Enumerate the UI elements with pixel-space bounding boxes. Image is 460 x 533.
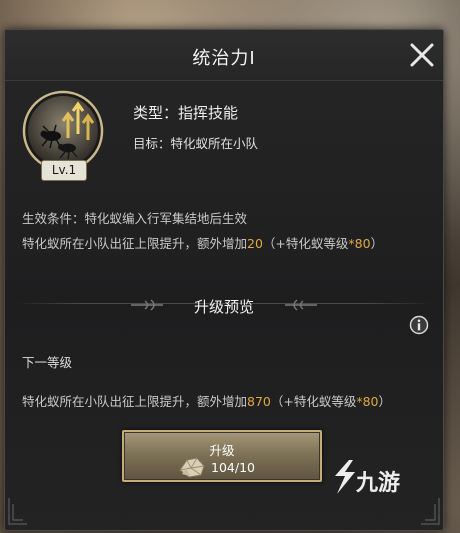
current-effect-value: 20 (247, 236, 263, 251)
level-badge: Lv.1 (41, 160, 87, 181)
next-level-label: 下一等级 (22, 355, 73, 370)
next-effect-suffix-end: ） (378, 394, 392, 409)
next-effect-multiplier: *80 (356, 394, 379, 409)
close-icon (410, 43, 434, 67)
effect-condition: 生效条件：特化蚁编入行军集结地后生效 (22, 211, 248, 226)
current-effect-suffix-end: ） (370, 236, 384, 251)
corner-ornament-icon (8, 498, 27, 525)
dialog-title: 统治力I (192, 48, 256, 69)
info-button[interactable] (409, 315, 429, 335)
current-effect-suffix-start: （+特化蚁等级 (262, 236, 349, 251)
close-button[interactable] (408, 41, 436, 69)
crystal-material-icon (179, 457, 205, 478)
upgrade-button-label: 升级 (209, 443, 235, 458)
upgrade-button[interactable]: 升级 104/10 (122, 430, 322, 482)
watermark-text: 九游 (356, 471, 401, 496)
upgrade-cost: 104/10 (211, 460, 255, 475)
corner-ornament-icon (421, 498, 440, 525)
next-effect-prefix: 特化蚁所在小队出征上限提升，额外增加 (22, 394, 248, 409)
skill-target: 目标：特化蚁所在小队 (133, 136, 259, 151)
current-effect: 特化蚁所在小队出征上限提升，额外增加20（+特化蚁等级*80） (22, 233, 383, 252)
next-level-effect: 特化蚁所在小队出征上限提升，额外增加870（+特化蚁等级*80） (22, 391, 391, 410)
info-icon (409, 315, 429, 335)
ornament-right-icon (285, 299, 317, 311)
skill-dialog: 统治力I Lv.1 类型：指挥技能 目标：特化蚁所在小队 生效条件：特化蚁编入行… (4, 29, 444, 531)
next-effect-value: 870 (247, 394, 271, 409)
next-effect-suffix-start: （+特化蚁等级 (270, 394, 357, 409)
skill-type: 类型：指挥技能 (133, 104, 239, 122)
upgrade-preview-title: 升级预览 (193, 298, 254, 316)
dialog-header: 统治力I (5, 30, 443, 81)
current-effect-multiplier: *80 (348, 236, 371, 251)
current-effect-prefix: 特化蚁所在小队出征上限提升，额外增加 (22, 236, 248, 251)
